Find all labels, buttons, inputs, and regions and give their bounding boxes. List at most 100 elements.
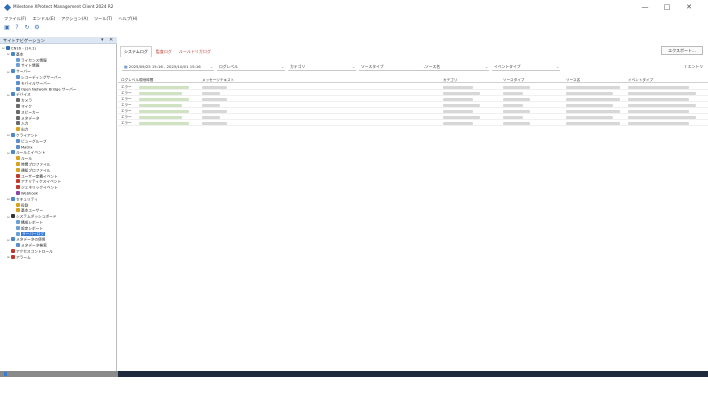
redacted-cell (139, 97, 189, 101)
date-range-label: 2025/09/25 15:16 - 2025/10/01 15:16 (128, 64, 201, 69)
sidebar-item-label: サイト情報 (21, 63, 40, 68)
menu-bar: ファイル(F) エンドル(E) アクション(A) ツール(T) ヘルプ(H) (0, 14, 708, 23)
expand-collapse-icon[interactable]: ⊟ (7, 133, 11, 139)
source-name-filter[interactable]: ソース名 ⌄ (423, 63, 489, 71)
redacted-cell (443, 97, 473, 101)
sidebar-item-label: メタデータ検索 (21, 243, 47, 248)
help-icon[interactable]: ? (14, 25, 20, 31)
redacted-cell (566, 115, 613, 119)
node-icon (15, 86, 20, 91)
node-icon (15, 127, 20, 132)
node-icon (15, 75, 20, 79)
redacted-cell (139, 103, 182, 107)
minimize-button[interactable]: — (638, 2, 652, 12)
tab-rule-trigger-log[interactable]: ルールトリガログ (176, 47, 214, 57)
node-icon (15, 63, 20, 68)
redacted-cell (443, 121, 473, 125)
source-type-filter[interactable]: ソースタイプ ⌄ (359, 63, 427, 71)
sidebar-item-label: ルールとイベント (16, 150, 46, 155)
close-pane-icon[interactable]: ✕ (109, 37, 113, 43)
column-header-source-type[interactable]: ソースタイプ (503, 78, 524, 83)
chevron-down-icon: ⌄ (556, 65, 559, 69)
sidebar-item-label: レコーディングサーバー (21, 75, 62, 80)
expand-collapse-icon[interactable]: ⊟ (7, 93, 11, 99)
close-button[interactable]: ✕ (682, 2, 696, 12)
source-type-filter-label: ソースタイプ (361, 64, 384, 69)
node-icon (15, 243, 20, 248)
tab-system-log[interactable]: システムログ (120, 46, 152, 57)
expand-collapse-icon[interactable]: ⊟ (7, 70, 11, 76)
sidebar-item-label: サーバー (16, 69, 31, 74)
sidebar-item-label: スピーカー (21, 110, 40, 115)
column-header-message[interactable]: メッセージテキスト (202, 78, 234, 83)
column-header-log-level[interactable]: ログレベル (121, 78, 139, 83)
redacted-cell (503, 85, 530, 89)
column-header-source-name[interactable]: ソース名 (566, 78, 580, 83)
redacted-cell (503, 103, 523, 107)
toolbar (0, 23, 708, 33)
log-level-cell: エラー (121, 120, 132, 125)
expand-collapse-icon[interactable]: ⊟ (7, 151, 11, 157)
redacted-cell (566, 97, 620, 101)
pin-icon[interactable]: ▾ (101, 37, 104, 43)
redacted-cell (443, 109, 473, 113)
redacted-cell (566, 91, 613, 95)
expand-collapse-icon[interactable]: ⊟ (7, 238, 11, 244)
site-navigation-header: サイトナビゲーション ▾ ✕ (0, 37, 117, 44)
sidebar-item-label: 基本 (16, 52, 24, 57)
redacted-cell (202, 115, 220, 119)
date-range-filter[interactable]: ▦ 2025/09/25 15:16 - 2025/10/01 15:16 ⌄ (122, 63, 214, 71)
redacted-cell (202, 103, 220, 107)
sidebar-item[interactable]: ⊞ アラーム (7, 254, 31, 261)
menu-edit[interactable]: エンドル(E) (28, 14, 57, 22)
column-header-category[interactable]: カテゴリ (443, 78, 457, 83)
save-icon[interactable]: ▣ (4, 25, 10, 31)
sidebar-item-label: Open Network Bridge サーバー (21, 87, 77, 91)
redacted-cell (202, 109, 227, 113)
column-header-local-time[interactable]: 現地時間 (139, 78, 153, 83)
expand-collapse-icon[interactable]: ⊟ (7, 215, 11, 221)
node-icon (15, 208, 20, 213)
sidebar-item-label: クライアント (16, 133, 38, 138)
node-icon (15, 57, 20, 62)
node-icon (15, 138, 20, 143)
menu-action[interactable]: アクション(A) (57, 14, 90, 22)
menu-help[interactable]: ヘルプ(H) (114, 14, 139, 22)
main-status-strip (118, 371, 708, 377)
expand-collapse-icon[interactable]: ⊟ (7, 197, 11, 203)
node-icon (15, 109, 20, 114)
app-logo-icon (3, 3, 12, 12)
sidebar-item-label: デバイス (16, 92, 31, 97)
category-filter[interactable]: カテゴリ ⌄ (288, 63, 356, 71)
sidebar-item-label: ルール (21, 156, 33, 161)
column-header-event-type[interactable]: イベントタイプ (628, 78, 653, 83)
node-icon (10, 214, 15, 219)
sidebar-item-label: モバイルサーバー (21, 81, 51, 86)
sidebar-item-label: システムダッシュボード (16, 214, 57, 219)
node-icon (10, 69, 15, 74)
redacted-cell (566, 85, 620, 89)
menu-file[interactable]: ファイル(F) (0, 14, 28, 22)
settings-icon[interactable]: ⚙ (34, 25, 40, 31)
sidebar-item-label: 入力 (21, 121, 29, 126)
node-icon (5, 46, 10, 50)
sidebar-item-label: 通知プロファイル (21, 168, 51, 173)
event-type-filter[interactable]: イベントタイプ ⌄ (492, 63, 560, 71)
sidebar-item-label: Webhook (21, 191, 39, 196)
expand-collapse-icon[interactable]: ⊟ (7, 52, 11, 58)
entry-count: 7 エントリ (684, 64, 703, 69)
redacted-cell (628, 97, 689, 101)
expand-collapse-icon[interactable]: ⊟ (2, 46, 6, 52)
table-row[interactable]: エラー (118, 120, 708, 126)
sidebar-item-label: CN16 - (14.1) (11, 46, 36, 51)
expand-collapse-icon[interactable]: ⊞ (7, 255, 11, 261)
refresh-icon[interactable]: ↻ (24, 25, 30, 31)
export-button[interactable]: エクスポート... (661, 46, 703, 55)
redacted-cell (628, 91, 696, 95)
node-icon (15, 179, 20, 184)
log-level-filter[interactable]: ログレベル ⌄ (217, 63, 285, 71)
maximize-button[interactable]: □ (660, 2, 674, 12)
menu-tools[interactable]: ツール(T) (90, 14, 114, 22)
redacted-cell (566, 121, 620, 125)
tab-audit-log[interactable]: 監査ログ (153, 47, 175, 57)
